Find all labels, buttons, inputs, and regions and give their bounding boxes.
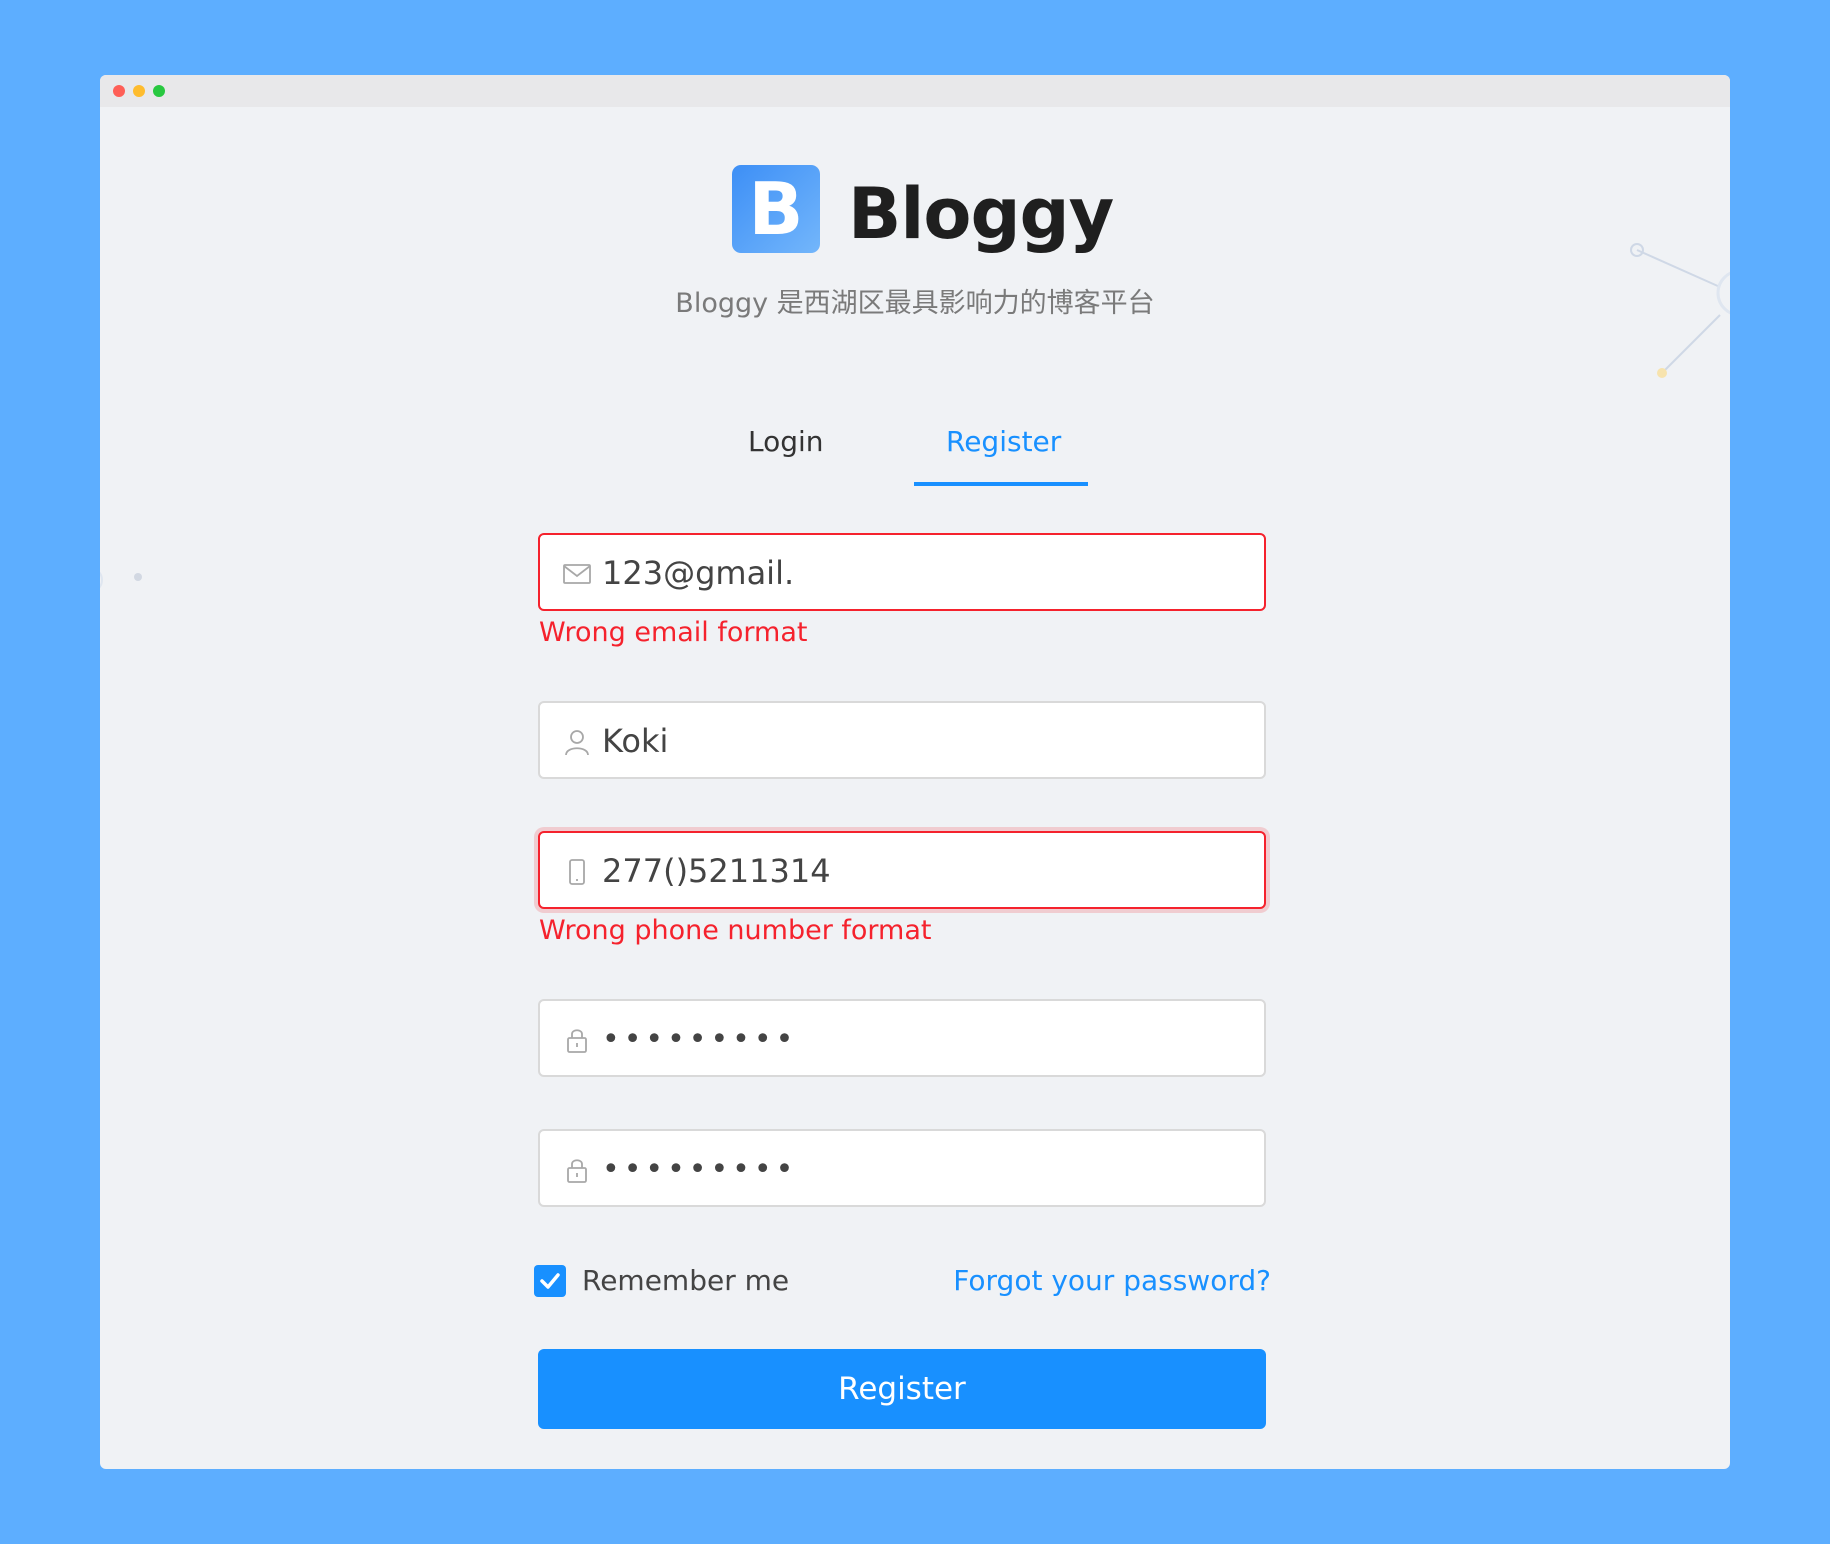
app-title: Bloggy <box>848 173 1114 255</box>
active-tab-indicator <box>914 482 1088 486</box>
confirm-password-field[interactable] <box>538 1129 1266 1207</box>
app-logo: B <box>732 165 820 253</box>
phone-input[interactable] <box>600 833 1244 909</box>
phone-error-message: Wrong phone number format <box>539 915 932 946</box>
user-icon <box>565 730 589 756</box>
app-subtitle: Bloggy 是西湖区最具影响力的博客平台 <box>675 288 1155 319</box>
phone-field[interactable] <box>538 831 1266 909</box>
email-error-message: Wrong email format <box>539 617 808 648</box>
remember-me-label[interactable]: Remember me <box>582 1264 789 1297</box>
email-field[interactable] <box>538 533 1266 611</box>
mobile-icon <box>569 859 585 885</box>
register-button[interactable]: Register <box>538 1349 1266 1429</box>
email-input[interactable] <box>600 535 1244 611</box>
remember-me-checkbox[interactable] <box>534 1265 566 1297</box>
forgot-password-link[interactable]: Forgot your password? <box>953 1264 1271 1297</box>
username-field[interactable] <box>538 701 1266 779</box>
password-field[interactable] <box>538 999 1266 1077</box>
logo-letter: B <box>748 167 804 251</box>
tab-register[interactable]: Register <box>946 425 1061 458</box>
lock-icon <box>567 1029 587 1053</box>
username-input[interactable] <box>600 703 1244 779</box>
confirm-password-input[interactable] <box>600 1131 1244 1207</box>
app-window: B Bloggy Bloggy 是西湖区最具影响力的博客平台 Login Reg… <box>100 75 1730 1469</box>
password-input[interactable] <box>600 1001 1244 1077</box>
mail-icon <box>563 564 591 584</box>
tab-login[interactable]: Login <box>748 425 824 458</box>
checkmark-icon <box>540 1273 560 1289</box>
lock-icon <box>567 1159 587 1183</box>
